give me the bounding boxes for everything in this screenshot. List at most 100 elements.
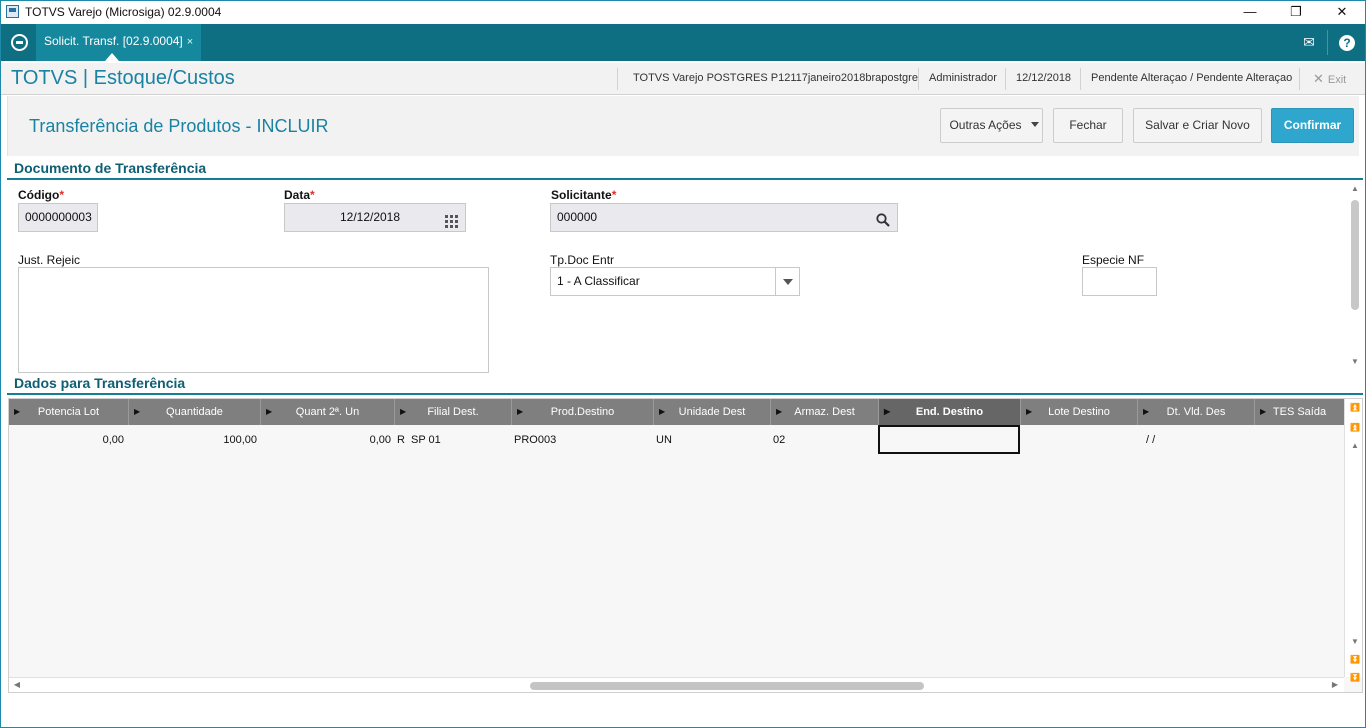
required-mark: * [59,188,64,202]
cell-potencia-lot: 0,00 [102,434,124,446]
save-and-new-button[interactable]: Salvar e Criar Novo [1133,108,1262,143]
scroll-left-icon[interactable]: ◀ [11,680,23,689]
user-label: Administrador [929,72,997,84]
col-lote-destino[interactable]: ▶ Lote Destino [1021,399,1138,425]
col-label: TES Saída [1272,406,1327,418]
col-label: Dt. Vld. Des [1166,406,1226,418]
date-label: 12/12/2018 [1016,72,1072,84]
cell-prod-destino: PRO003 [514,434,557,446]
data-label-text: Data [284,188,311,202]
solicitante-label: Solicitante* [551,188,616,202]
active-tab-caret [105,53,119,61]
exit-button[interactable]: ✕ Exit [1313,71,1346,87]
col-potencia-lot[interactable]: ▶ Potencia Lot [9,399,129,425]
minimize-button[interactable]: — [1227,1,1273,24]
section-divider [7,393,1363,395]
col-dt-vld-des[interactable]: ▶ Dt. Vld. Des [1138,399,1255,425]
grid-horizontal-scrollbar[interactable]: ◀ ▶ [9,677,1344,692]
required-mark: * [611,188,617,202]
calendar-icon[interactable] [445,211,459,228]
chevron-down-icon[interactable] [775,268,799,295]
cell-filial-prefix: R [397,434,405,446]
mail-icon[interactable]: ✉ [1290,24,1328,61]
close-button[interactable]: Fechar [1053,108,1123,143]
chevron-down-icon [1031,122,1039,127]
environment-label: TOTVS Varejo POSTGRES P12117janeiro2018b… [633,72,918,84]
app-icon [6,5,19,18]
tpdoc-label: Tp.Doc Entr [550,253,615,267]
cell-unidade-dest: UN [656,434,672,446]
col-filial-dest[interactable]: ▶ Filial Dest. [395,399,512,425]
especie-nf-label: Especie NF [1082,253,1145,267]
col-label: Potencia Lot [37,406,100,418]
section-divider [7,178,1363,180]
help-glyph: ? [1339,35,1355,51]
scrollbar-thumb[interactable] [530,682,924,690]
col-armaz-dest[interactable]: ▶ Armaz. Dest [771,399,879,425]
solicitante-value: 000000 [557,210,598,224]
page-title: Transferência de Produtos - INCLUIR [29,116,329,136]
especie-nf-field[interactable] [1082,267,1157,296]
tab-label: Solicit. Transf. [02.9.0004] [44,34,183,48]
col-quantidade[interactable]: ▶ Quantidade [129,399,261,425]
just-rejeic-label: Just. Rejeic [18,253,81,267]
window-title: TOTVS Varejo (Microsiga) 02.9.0004 [25,5,222,19]
search-icon[interactable] [876,210,890,237]
scroll-up-icon[interactable]: ▲ [1349,441,1361,450]
scroll-right-icon[interactable]: ▶ [1329,680,1341,689]
cell-quant-2un: 0,00 [369,434,391,446]
data-field[interactable]: 12/12/2018 [284,203,466,232]
maximize-button[interactable]: ❐ [1273,1,1319,24]
scrollbar-thumb[interactable] [1351,200,1359,310]
col-label: Lote Destino [1048,406,1110,418]
header-divider [918,68,919,90]
col-unidade-dest[interactable]: ▶ Unidade Dest [654,399,771,425]
header-divider [617,68,618,90]
help-icon[interactable]: ? [1328,24,1366,61]
section-title-documento: Documento de Transferência [14,160,207,176]
exit-icon: ✕ [1313,71,1324,86]
tab-close-icon[interactable]: × [187,36,193,48]
header-divider [1005,68,1006,90]
col-tes-saida[interactable]: ▶ TES Saída [1255,399,1344,425]
cell-filial-dest: SP 01 [411,434,441,446]
col-quant-2un[interactable]: ▶ Quant 2ª. Un [261,399,395,425]
scroll-up-icon[interactable]: ▲ [1349,184,1361,193]
exit-label: Exit [1327,74,1347,86]
header-divider [1080,68,1081,90]
confirm-button[interactable]: Confirmar [1271,108,1354,143]
module-header: TOTVS | Estoque/Custos TOTVS Varejo POST… [1,61,1365,95]
col-end-destino[interactable]: ▶ End. Destino [879,399,1021,425]
col-label: Quantidade [166,406,223,418]
scroll-down-icon[interactable]: ▼ [1349,357,1361,366]
data-value: 12/12/2018 [339,210,401,224]
section-title-dados: Dados para Transferência [14,375,186,391]
transfer-grid[interactable]: ▶ Potencia Lot ▶ Quantidade ▶ Quant 2ª. Un … [8,398,1363,693]
scroll-top-icon[interactable]: ⏫ [1349,403,1361,412]
other-actions-button[interactable]: Outras Ações [940,108,1043,143]
codigo-label: Código* [18,188,64,202]
module-title: TOTVS | Estoque/Custos [11,67,235,89]
cell-end-destino-selected[interactable] [878,425,1020,454]
cell-dt-vld-des: / / [1146,434,1156,446]
codigo-field[interactable]: 0000000003 [18,203,98,232]
scroll-down-icon[interactable]: ▼ [1349,637,1361,646]
tab-bar: Solicit. Transf. [02.9.0004] × ✉ ? [1,24,1365,61]
col-prod-destino[interactable]: ▶ Prod.Destino [512,399,654,425]
form-scrollbar[interactable]: ▲ ▼ [1349,184,1361,369]
status-label: Pendente Alteraçao / Pendente Alteraçao [1091,72,1293,84]
solicitante-field[interactable]: 000000 [550,203,898,232]
close-window-button[interactable]: ✕ [1319,1,1365,24]
scroll-bottom-icon[interactable]: ⏬ [1349,673,1361,682]
totvs-logo-icon[interactable] [11,34,28,51]
col-label: End. Destino [915,406,984,418]
col-label: Filial Dest. [427,406,479,418]
cell-quantidade: 100,00 [223,434,257,446]
just-rejeic-textarea[interactable] [18,267,489,373]
grid-header: ▶ Potencia Lot ▶ Quantidade ▶ Quant 2ª. Un … [9,399,1344,425]
grid-vertical-scrollbar[interactable]: ⏫ ⏫ ▲ ▼ ⏬ ⏬ [1344,399,1362,682]
tpdoc-select[interactable]: 1 - A Classificar [550,267,800,296]
col-label: Quant 2ª. Un [295,406,360,418]
scroll-page-up-icon[interactable]: ⏫ [1349,423,1361,432]
scroll-page-down-icon[interactable]: ⏬ [1349,655,1361,664]
